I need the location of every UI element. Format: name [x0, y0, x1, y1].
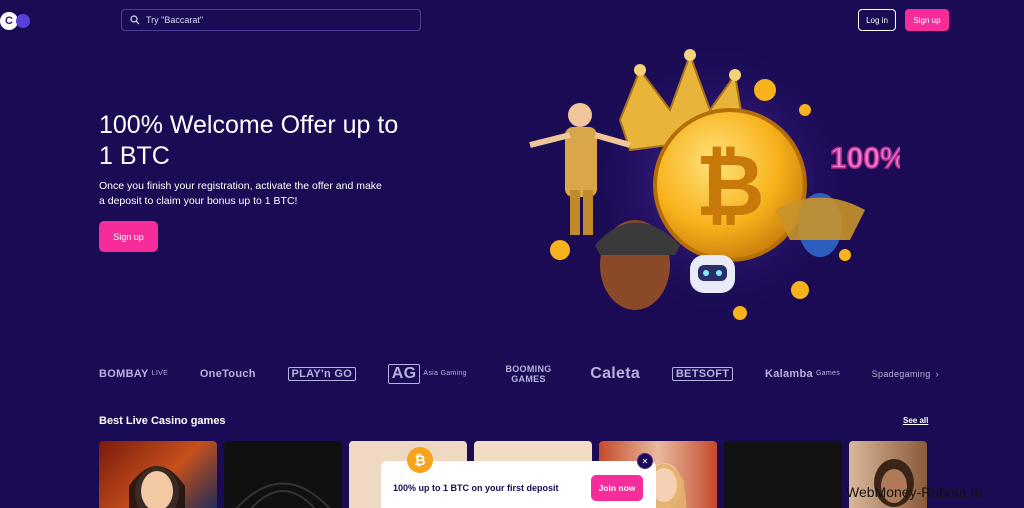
provider-logo-spadegaming[interactable]: Spadegaming › [872, 369, 939, 379]
provider-logo-booming[interactable]: BOOMING GAMES [499, 364, 559, 384]
bitcoin-icon: ₿ [407, 447, 433, 473]
site-logo[interactable]: C [0, 11, 34, 31]
provider-logo-caleta[interactable]: Caleta [590, 365, 640, 383]
provider-logo-kalamba[interactable]: Kalamba Games [765, 368, 840, 380]
dealer-thumbnail [129, 466, 185, 508]
provider-logo-onetouch[interactable]: OneTouch [200, 368, 256, 380]
hero-illustration: ₿ 100% [529, 40, 900, 320]
header-signup-button[interactable]: Sign up [905, 9, 949, 31]
coin-symbol: ₿ [695, 139, 764, 234]
search-icon [130, 15, 140, 25]
hero-description: Once you finish your registration, activ… [99, 180, 382, 207]
logo-dot [16, 14, 30, 28]
search-bar[interactable] [121, 9, 421, 31]
hero-signup-button[interactable]: Sign up [99, 221, 158, 252]
provider-logo-betsoft[interactable]: BETSOFT [671, 367, 734, 381]
join-now-button[interactable]: Join now [591, 475, 643, 501]
robot-character-icon [690, 255, 735, 293]
watermark: WebMoney-Rabota.ru [846, 484, 983, 500]
see-all-link[interactable]: See all [903, 416, 928, 425]
game-card[interactable] [724, 441, 842, 508]
provider-logo-bombay[interactable]: BOMBAY LIVE [99, 368, 168, 380]
provider-logo-asia-gaming[interactable]: AG Asia Gaming [387, 364, 467, 384]
game-card[interactable] [224, 441, 342, 508]
chevron-right-icon[interactable]: › [936, 369, 939, 379]
login-button[interactable]: Log in [858, 9, 896, 31]
promo-banner: ₿ 100% up to 1 BTC on your first deposit… [381, 447, 656, 508]
hero-title: 100% Welcome Offer up to 1 BTC [99, 111, 399, 170]
provider-strip: BOMBAY LIVE OneTouch PLAY'n GO AG Asia Gam… [99, 360, 939, 388]
percent-badge: 100% [830, 142, 900, 175]
table-thumbnail [235, 482, 331, 508]
game-card[interactable] [99, 441, 217, 508]
search-input[interactable] [146, 15, 406, 25]
promo-text: 100% up to 1 BTC on your first deposit [393, 483, 559, 493]
section-title: Best Live Casino games [99, 415, 226, 427]
provider-logo-playngo[interactable]: PLAY'n GO [287, 367, 357, 381]
close-icon[interactable]: ✕ [637, 453, 653, 469]
